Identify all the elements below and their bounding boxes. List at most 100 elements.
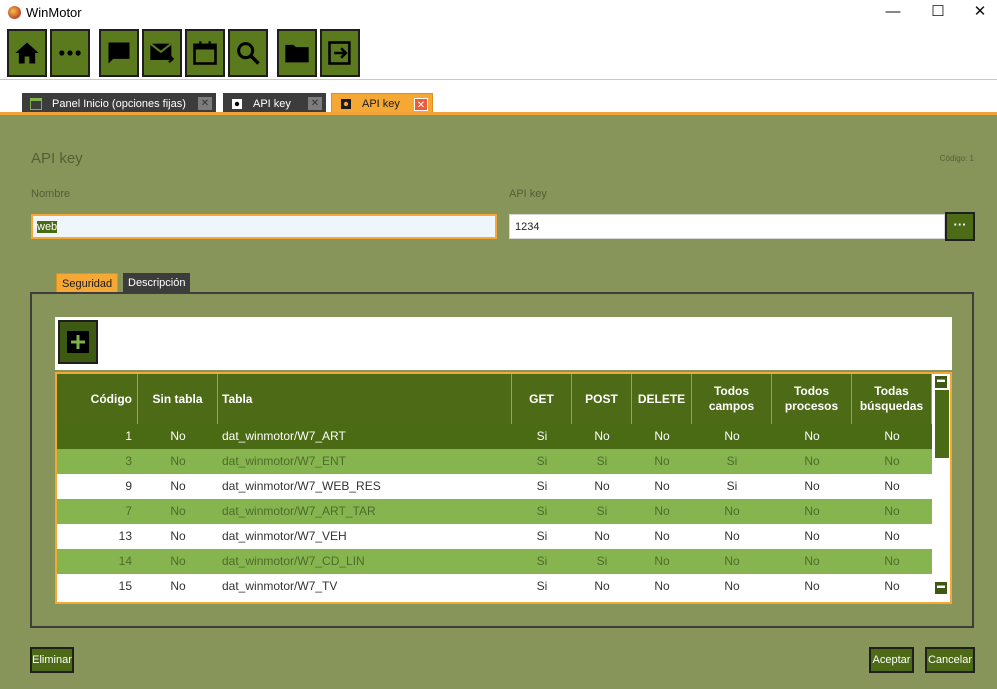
document-tabs: Panel Inicio (opciones fijas) ✕ API key …	[0, 80, 997, 115]
column-header-todos-procesos[interactable]: Todos procesos	[772, 374, 852, 424]
tab-label: API key	[362, 98, 400, 110]
tab-api-key-1[interactable]: API key ✕	[223, 93, 326, 115]
security-panel: Código Sin tabla Tabla GET POST DELETE T…	[30, 292, 974, 628]
tab-api-key-2[interactable]: API key ✕	[331, 93, 433, 115]
apikey-input[interactable]: 1234	[509, 214, 945, 239]
cell-todos-campos: No	[724, 529, 740, 543]
chat-button[interactable]	[99, 29, 139, 77]
cell-delete: No	[654, 529, 670, 543]
cell-tabla: dat_winmotor/W7_ART_TAR	[222, 504, 376, 518]
cell-todas-busquedas: No	[884, 479, 900, 493]
home-button[interactable]	[7, 29, 47, 77]
cell-post: Si	[596, 454, 608, 468]
cell-get: Si	[536, 579, 548, 593]
table-toolbar	[55, 317, 952, 370]
cell-delete: No	[654, 504, 670, 518]
cell-codigo: 7	[125, 504, 132, 518]
window-title: WinMotor	[26, 5, 82, 20]
nombre-value: web	[37, 221, 58, 233]
cell-todos-campos: Si	[726, 454, 738, 468]
mail-forward-button[interactable]	[142, 29, 182, 77]
cell-get: Si	[536, 554, 548, 568]
table-row[interactable]: 9 No dat_winmotor/W7_WEB_RES Si No No Si No No	[57, 474, 932, 499]
cell-todos-procesos: No	[804, 504, 820, 518]
cell-tabla: dat_winmotor/W7_CD_LIN	[222, 554, 365, 568]
column-header-get[interactable]: GET	[512, 374, 572, 424]
panel-icon	[30, 98, 42, 110]
cell-todos-campos: No	[724, 554, 740, 568]
column-header-tabla[interactable]: Tabla	[218, 374, 512, 424]
app-logo-icon	[8, 6, 21, 19]
cell-todos-campos: No	[724, 429, 740, 443]
cell-todos-campos: No	[724, 504, 740, 518]
cell-get: Si	[536, 454, 548, 468]
main-toolbar	[0, 26, 997, 80]
column-header-sin-tabla[interactable]: Sin tabla	[138, 374, 218, 424]
cell-todos-campos: Si	[726, 479, 738, 493]
scroll-up-button[interactable]: ▬	[935, 376, 947, 388]
exit-icon	[328, 41, 351, 65]
cell-codigo: 13	[118, 529, 132, 543]
more-icon	[59, 50, 81, 56]
table-row[interactable]: 13 No dat_winmotor/W7_VEH Si No No No No No	[57, 524, 932, 549]
record-code-label: Código: 1	[939, 154, 974, 163]
tab-seguridad[interactable]: Seguridad	[56, 273, 119, 293]
cell-get: Si	[536, 504, 548, 518]
column-header-todas-busquedas[interactable]: Todas búsquedas	[852, 374, 932, 424]
column-header-post[interactable]: POST	[572, 374, 632, 424]
cell-todos-procesos: No	[804, 554, 820, 568]
cell-delete: No	[654, 579, 670, 593]
gear-icon	[340, 98, 352, 110]
cancelar-button[interactable]: Cancelar	[925, 647, 975, 673]
close-window-button[interactable]: ✕	[965, 3, 995, 21]
cell-todas-busquedas: No	[884, 529, 900, 543]
plus-icon	[67, 331, 89, 353]
cell-tabla: dat_winmotor/W7_WEB_RES	[222, 479, 381, 493]
scroll-down-button[interactable]: ▬	[935, 582, 947, 594]
table-row[interactable]: 3 No dat_winmotor/W7_ENT Si Si No Si No No	[57, 449, 932, 474]
folder-button[interactable]	[277, 29, 317, 77]
cell-todas-busquedas: No	[884, 554, 900, 568]
tab-descripcion[interactable]: Descripción	[123, 273, 191, 293]
tab-close-button[interactable]: ✕	[308, 97, 322, 110]
table-row[interactable]: 14 No dat_winmotor/W7_CD_LIN Si Si No No No No	[57, 549, 932, 574]
cell-post: No	[594, 429, 610, 443]
cell-todas-busquedas: No	[884, 579, 900, 593]
tab-panel-inicio[interactable]: Panel Inicio (opciones fijas) ✕	[22, 93, 216, 115]
cell-codigo: 3	[125, 454, 132, 468]
nombre-input[interactable]: web	[31, 214, 497, 239]
cell-get: Si	[536, 429, 548, 443]
apikey-generate-button[interactable]: ···	[945, 212, 975, 241]
minimize-button[interactable]: —	[878, 3, 908, 21]
add-row-button[interactable]	[58, 320, 98, 364]
cell-sin-tabla: No	[170, 529, 186, 543]
table-scrollbar[interactable]: ▬ ▬	[934, 374, 950, 602]
cell-delete: No	[654, 429, 670, 443]
cell-get: Si	[536, 529, 548, 543]
scroll-thumb[interactable]	[935, 390, 949, 458]
tab-close-button[interactable]: ✕	[414, 98, 428, 111]
column-header-todos-campos[interactable]: Todos campos	[692, 374, 772, 424]
table-row[interactable]: 1 No dat_winmotor/W7_ART Si No No No No No	[57, 424, 932, 449]
table-row[interactable]: 15 No dat_winmotor/W7_TV Si No No No No No	[57, 574, 932, 599]
cell-codigo: 9	[125, 479, 132, 493]
column-header-delete[interactable]: DELETE	[632, 374, 692, 424]
cell-todas-busquedas: No	[884, 454, 900, 468]
more-button[interactable]	[50, 29, 90, 77]
aceptar-button[interactable]: Aceptar	[869, 647, 914, 673]
cell-todos-procesos: No	[804, 529, 820, 543]
cell-todos-procesos: No	[804, 454, 820, 468]
tab-close-button[interactable]: ✕	[198, 97, 212, 110]
maximize-button[interactable]: ☐	[923, 3, 953, 21]
cell-tabla: dat_winmotor/W7_VEH	[222, 529, 347, 543]
calendar-button[interactable]	[185, 29, 225, 77]
column-header-codigo[interactable]: Código	[57, 374, 138, 424]
search-button[interactable]	[228, 29, 268, 77]
table-row[interactable]: 7 No dat_winmotor/W7_ART_TAR Si Si No No No No	[57, 499, 932, 524]
cell-tabla: dat_winmotor/W7_ART	[222, 429, 346, 443]
gear-icon	[231, 98, 243, 110]
exit-button[interactable]	[320, 29, 360, 77]
calendar-icon	[193, 41, 217, 65]
eliminar-button[interactable]: Eliminar	[30, 647, 74, 673]
cell-post: Si	[596, 504, 608, 518]
